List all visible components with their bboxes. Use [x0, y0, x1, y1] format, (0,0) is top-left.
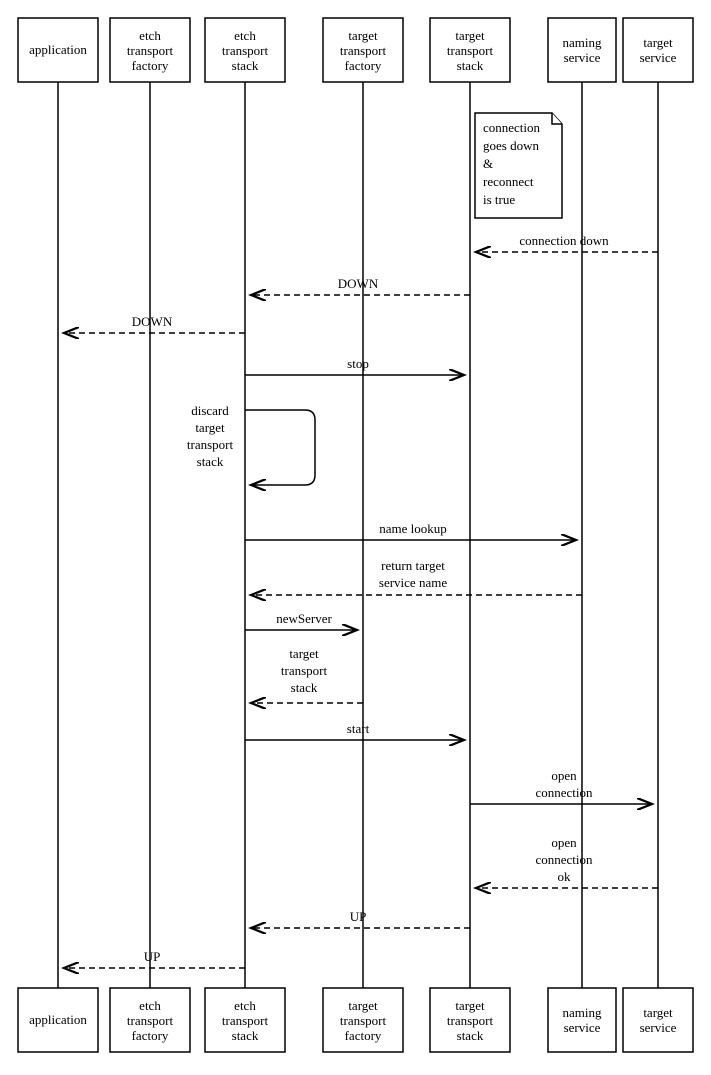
- msg-label: start: [347, 721, 370, 736]
- actor-label: target: [455, 28, 485, 43]
- actor-label: factory: [345, 1028, 382, 1043]
- actor-label: service: [640, 1020, 677, 1035]
- msg-label: connection down: [519, 233, 609, 248]
- actor-label: target: [348, 998, 378, 1013]
- actor-label: stack: [232, 1028, 259, 1043]
- actor-label: factory: [132, 1028, 169, 1043]
- actor-label: target: [348, 28, 378, 43]
- actor-label: service: [564, 50, 601, 65]
- sequence-diagram: application etch transport factory etch …: [0, 0, 711, 1075]
- actor-target-service-bottom: target service: [623, 988, 693, 1052]
- actor-label: etch: [234, 28, 256, 43]
- msg-label: ok: [558, 869, 572, 884]
- actor-label: etch: [139, 998, 161, 1013]
- msg-label: name lookup: [379, 521, 447, 536]
- msg-label: DOWN: [338, 276, 379, 291]
- note-line: goes down: [483, 138, 539, 153]
- msg-label: DOWN: [132, 314, 173, 329]
- actor-label: transport: [340, 43, 387, 58]
- msg-label: UP: [350, 909, 367, 924]
- msg-label: discard: [191, 403, 229, 418]
- msg-label: open: [551, 835, 577, 850]
- actor-label: transport: [447, 43, 494, 58]
- actor-target-stack-top: target transport stack: [430, 18, 510, 82]
- actor-application-bottom: application: [18, 988, 98, 1052]
- msg-self-discard: [245, 410, 315, 485]
- actor-label: factory: [345, 58, 382, 73]
- msg-label: connection: [535, 852, 593, 867]
- actor-target-factory-top: target transport factory: [323, 18, 403, 82]
- msg-label: transport: [281, 663, 328, 678]
- actor-naming-service-bottom: naming service: [548, 988, 616, 1052]
- actor-label: service: [564, 1020, 601, 1035]
- actor-label: application: [29, 42, 87, 57]
- note-line: &: [483, 156, 493, 171]
- actor-label: application: [29, 1012, 87, 1027]
- actor-label: transport: [340, 1013, 387, 1028]
- actor-label: naming: [563, 1005, 602, 1020]
- actor-label: transport: [127, 1013, 174, 1028]
- actor-etch-factory-bottom: etch transport factory: [110, 988, 190, 1052]
- actor-application-top: application: [18, 18, 98, 82]
- msg-label: service name: [379, 575, 447, 590]
- actor-etch-stack-top: etch transport stack: [205, 18, 285, 82]
- msg-label: return target: [381, 558, 445, 573]
- msg-label: target: [289, 646, 319, 661]
- actor-label: stack: [457, 1028, 484, 1043]
- actor-label: transport: [222, 1013, 269, 1028]
- msg-label: open: [551, 768, 577, 783]
- actor-label: transport: [447, 1013, 494, 1028]
- msg-label: target: [195, 420, 225, 435]
- actor-label: target: [455, 998, 485, 1013]
- actor-label: target: [643, 35, 673, 50]
- actor-label: service: [640, 50, 677, 65]
- actor-label: transport: [127, 43, 174, 58]
- actor-label: naming: [563, 35, 602, 50]
- actor-label: transport: [222, 43, 269, 58]
- actor-naming-service-top: naming service: [548, 18, 616, 82]
- msg-label: stack: [197, 454, 224, 469]
- actor-label: etch: [234, 998, 256, 1013]
- msg-label: connection: [535, 785, 593, 800]
- actor-label: stack: [457, 58, 484, 73]
- note-line: is true: [483, 192, 515, 207]
- actor-etch-stack-bottom: etch transport stack: [205, 988, 285, 1052]
- note-line: reconnect: [483, 174, 534, 189]
- msg-label: newServer: [276, 611, 332, 626]
- actor-label: target: [643, 1005, 673, 1020]
- msg-label: transport: [187, 437, 234, 452]
- msg-label: stop: [347, 356, 369, 371]
- note-connection-down: connection goes down & reconnect is true: [475, 113, 562, 218]
- msg-label: UP: [144, 949, 161, 964]
- actor-etch-factory-top: etch transport factory: [110, 18, 190, 82]
- actor-label: factory: [132, 58, 169, 73]
- actor-target-factory-bottom: target transport factory: [323, 988, 403, 1052]
- actor-target-stack-bottom: target transport stack: [430, 988, 510, 1052]
- note-line: connection: [483, 120, 541, 135]
- actor-label: etch: [139, 28, 161, 43]
- actor-label: stack: [232, 58, 259, 73]
- actor-target-service-top: target service: [623, 18, 693, 82]
- msg-label: stack: [291, 680, 318, 695]
